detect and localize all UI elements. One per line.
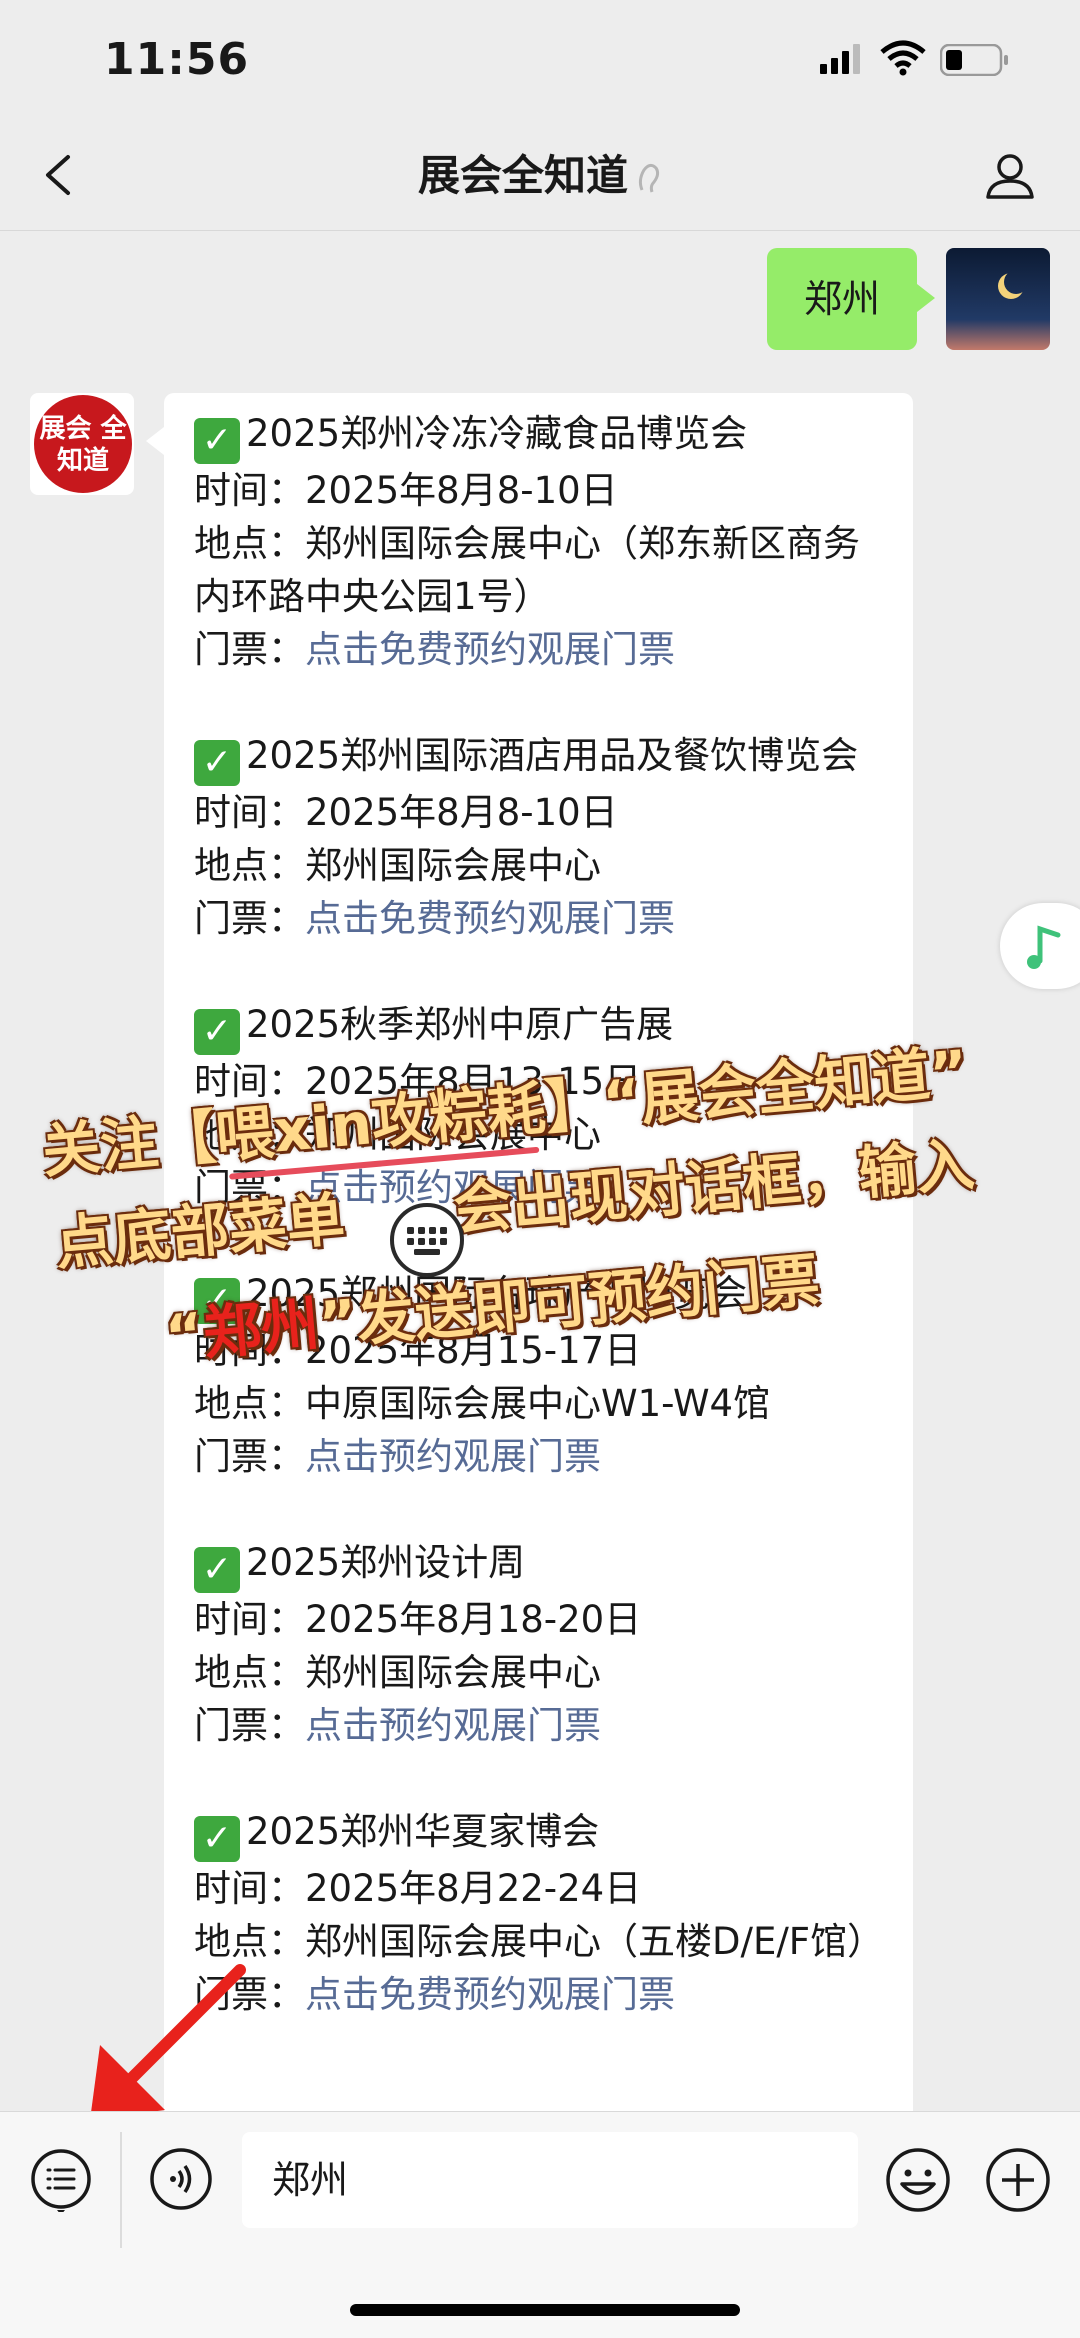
event-time: 2025年8月8-10日 bbox=[305, 791, 618, 834]
voice-icon bbox=[150, 2148, 212, 2210]
event-item: ✓ 2025郑州华夏家博会 时间：2025年8月22-24日 地点：郑州国际会展中… bbox=[194, 1805, 894, 2021]
message-input[interactable]: 郑州 bbox=[242, 2132, 858, 2228]
status-time: 11:56 bbox=[104, 34, 250, 85]
cellular-signal-icon bbox=[820, 44, 864, 74]
nav-bar: 展会全知道 bbox=[0, 120, 1080, 231]
emoji-button[interactable] bbox=[884, 2146, 952, 2214]
plus-icon bbox=[986, 2148, 1050, 2212]
event-item: ✓ 2025秋季郑州中原广告展 时间：2025年8月13-15日 地点：郑州国际会… bbox=[194, 998, 894, 1214]
event-time: 2025年8月22-24日 bbox=[305, 1867, 642, 1910]
event-place: 郑州国际会展中心 bbox=[305, 1651, 601, 1694]
ticket-link[interactable]: 点击免费预约观展门票 bbox=[305, 897, 675, 940]
check-icon: ✓ bbox=[194, 1278, 240, 1324]
ticket-label: 门票： bbox=[194, 1166, 305, 1209]
time-label: 时间： bbox=[194, 1329, 305, 1372]
plus-button[interactable] bbox=[984, 2146, 1052, 2214]
user-message-bubble[interactable]: 郑州 bbox=[767, 248, 935, 350]
place-label: 地点： bbox=[194, 1113, 305, 1156]
event-time: 2025年8月15-17日 bbox=[305, 1329, 642, 1372]
check-icon: ✓ bbox=[194, 1816, 240, 1862]
check-icon: ✓ bbox=[194, 740, 240, 786]
wifi-icon bbox=[880, 40, 926, 76]
music-note-icon bbox=[1027, 925, 1061, 969]
ticket-link[interactable]: 点击预约观展门票 bbox=[305, 1166, 601, 1209]
menu-list-icon bbox=[31, 2149, 91, 2212]
voice-button[interactable] bbox=[148, 2146, 214, 2212]
event-title: 2025郑州华夏家博会 bbox=[246, 1810, 600, 1853]
place-label: 地点： bbox=[194, 1651, 305, 1694]
event-place: 郑州国际会展中心 bbox=[305, 844, 601, 887]
ticket-link[interactable]: 点击预约观展门票 bbox=[305, 1704, 601, 1747]
home-indicator[interactable] bbox=[350, 2304, 740, 2316]
bot-logo: 展会 全知道 bbox=[34, 395, 132, 493]
event-title: 2025郑州国际台球产业博览会 bbox=[246, 1272, 748, 1315]
floating-music-button[interactable] bbox=[1000, 903, 1080, 989]
ticket-link[interactable]: 点击免费预约观展门票 bbox=[305, 1973, 675, 2016]
ticket-label: 门票： bbox=[194, 1973, 305, 2016]
check-icon: ✓ bbox=[194, 1547, 240, 1593]
event-item: ✓ 2025郑州设计周 时间：2025年8月18-20日 地点：郑州国际会展中心 … bbox=[194, 1536, 894, 1752]
place-label: 地点： bbox=[194, 1382, 305, 1425]
ticket-link[interactable]: 点击免费预约观展门票 bbox=[305, 628, 675, 671]
menu-list-button[interactable] bbox=[28, 2146, 94, 2212]
ticket-label: 门票： bbox=[194, 1435, 305, 1478]
battery-icon bbox=[940, 44, 1010, 76]
event-place: 中原国际会展中心W1-W4馆 bbox=[305, 1382, 771, 1425]
place-label: 地点： bbox=[194, 844, 305, 887]
event-time: 2025年8月8-10日 bbox=[305, 469, 618, 512]
ticket-label: 门票： bbox=[194, 628, 305, 671]
time-label: 时间： bbox=[194, 1867, 305, 1910]
ticket-label: 门票： bbox=[194, 1704, 305, 1747]
event-time: 2025年8月13-15日 bbox=[305, 1060, 642, 1103]
ear-icon bbox=[636, 160, 662, 198]
time-label: 时间： bbox=[194, 469, 305, 512]
event-place: 郑州国际会展中心（五楼D/E/F馆） bbox=[305, 1920, 885, 1963]
event-place: 郑州国际会展中心 bbox=[305, 1113, 601, 1156]
event-item: ✓ 2025郑州国际台球产业博览会 时间：2025年8月15-17日 地点：中原国… bbox=[194, 1267, 894, 1483]
event-item: ✓ 2025郑州冷冻冷藏食品博览会 时间：2025年8月8-10日 地点：郑州国际… bbox=[194, 407, 894, 676]
event-item: ✓ 2025郑州国际酒店用品及餐饮博览会 时间：2025年8月8-10日 地点：郑… bbox=[194, 729, 894, 945]
place-label: 地点： bbox=[194, 522, 305, 565]
user-avatar[interactable] bbox=[946, 248, 1050, 350]
time-label: 时间： bbox=[194, 791, 305, 834]
check-icon: ✓ bbox=[194, 418, 240, 464]
check-icon: ✓ bbox=[194, 1009, 240, 1055]
bot-message-bubble[interactable]: ✓ 2025郑州冷冻冷藏食品博览会 时间：2025年8月8-10日 地点：郑州国际… bbox=[146, 393, 913, 2111]
event-title: 2025秋季郑州中原广告展 bbox=[246, 1003, 674, 1046]
time-label: 时间： bbox=[194, 1060, 305, 1103]
ticket-link[interactable]: 点击预约观展门票 bbox=[305, 1435, 601, 1478]
input-bar: 郑州 bbox=[0, 2111, 1080, 2338]
status-bar: 11:56 bbox=[0, 0, 1080, 120]
chat-title-text: 展会全知道 bbox=[417, 151, 628, 200]
event-title: 2025郑州冷冻冷藏食品博览会 bbox=[246, 412, 748, 455]
event-time: 2025年8月18-20日 bbox=[305, 1598, 642, 1641]
input-divider bbox=[120, 2132, 122, 2248]
event-title: 2025郑州国际酒店用品及餐饮博览会 bbox=[246, 734, 859, 777]
emoji-icon bbox=[886, 2148, 950, 2212]
time-label: 时间： bbox=[194, 1598, 305, 1641]
ticket-label: 门票： bbox=[194, 897, 305, 940]
profile-button[interactable] bbox=[980, 145, 1040, 205]
place-label: 地点： bbox=[194, 1920, 305, 1963]
bot-avatar[interactable]: 展会 全知道 bbox=[30, 393, 134, 495]
event-title: 2025郑州设计周 bbox=[246, 1541, 526, 1584]
page-title: 展会全知道 bbox=[0, 142, 1080, 203]
moon-icon bbox=[1004, 270, 1028, 294]
chat-area[interactable]: 郑州 展会 全知道 ✓ 2025郑州冷冻冷藏食品博览会 时间：2025年8月8-1… bbox=[0, 231, 1080, 2111]
event-list: ✓ 2025郑州冷冻冷藏食品博览会 时间：2025年8月8-10日 地点：郑州国际… bbox=[194, 407, 894, 2074]
